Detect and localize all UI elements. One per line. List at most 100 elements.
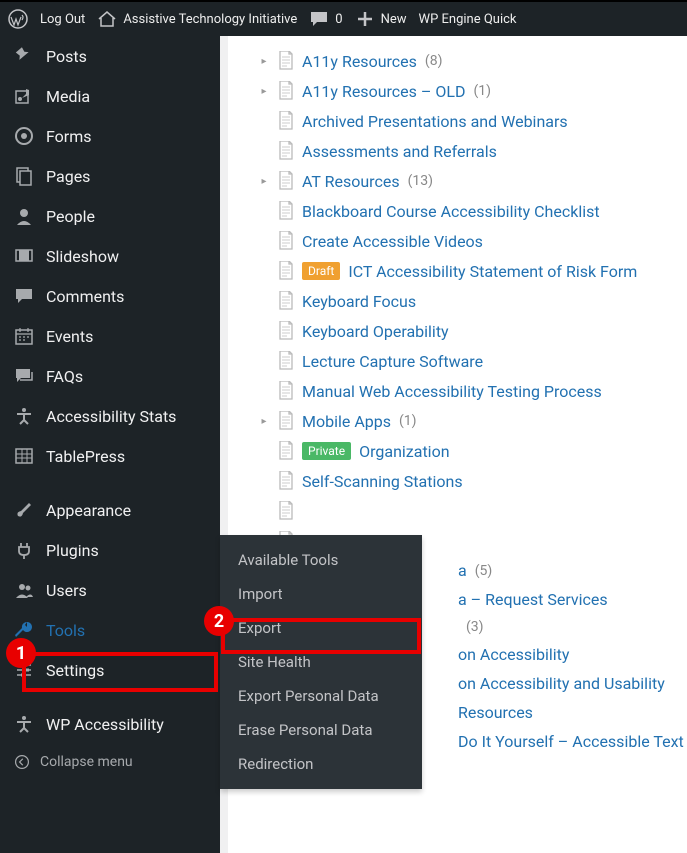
home-icon <box>97 9 117 29</box>
page-title-link[interactable]: a <box>458 561 467 580</box>
page-title-link[interactable]: Keyboard Focus <box>302 292 416 311</box>
page-title-link[interactable]: Organization <box>359 442 449 461</box>
page-tree-row: PrivateOrganization <box>258 436 687 466</box>
sidebar-item-label: Pages <box>46 167 90 186</box>
child-count: (8) <box>425 53 443 69</box>
tools-submenu-erase-personal-data[interactable]: Erase Personal Data <box>220 713 422 747</box>
faq-icon <box>14 366 34 386</box>
new-link[interactable]: New <box>355 9 407 29</box>
page-title-link[interactable]: Resources <box>458 703 533 722</box>
page-title-link[interactable]: Manual Web Accessibility Testing Process <box>302 382 602 401</box>
sidebar-item-label: Users <box>46 581 87 600</box>
page-tree-row: Keyboard Operability <box>258 316 687 346</box>
sidebar-item-users[interactable]: Users <box>0 570 220 610</box>
pages-icon <box>14 166 34 186</box>
site-name-link[interactable]: Assistive Technology Initiative <box>97 9 297 29</box>
sidebar-item-appearance[interactable]: Appearance <box>0 490 220 530</box>
sidebar-item-plugins[interactable]: Plugins <box>0 530 220 570</box>
page-tree-row: DraftICT Accessibility Statement of Risk… <box>258 256 687 286</box>
annotation-marker-1: 1 <box>6 638 36 668</box>
sidebar-item-label: WP Accessibility <box>46 715 164 734</box>
sidebar-item-accessibility-stats[interactable]: Accessibility Stats <box>0 396 220 436</box>
sidebar-item-wp-accessibility[interactable]: WP Accessibility <box>0 704 220 744</box>
tools-submenu-site-health[interactable]: Site Health <box>220 645 422 679</box>
expand-toggle[interactable]: ▸ <box>258 86 270 97</box>
tools-submenu-available-tools[interactable]: Available Tools <box>220 543 422 577</box>
page-icon <box>278 171 294 191</box>
page-icon <box>278 411 294 431</box>
sidebar-item-comments[interactable]: Comments <box>0 276 220 316</box>
page-icon <box>278 471 294 491</box>
media-icon <box>14 86 34 106</box>
page-title-link[interactable]: Lecture Capture Software <box>302 352 483 371</box>
page-title-link[interactable]: Archived Presentations and Webinars <box>302 112 568 131</box>
sidebar-item-tablepress[interactable]: TablePress <box>0 436 220 476</box>
child-count: (5) <box>475 563 493 579</box>
forms-icon <box>14 126 34 146</box>
page-title-link[interactable]: on Accessibility and Usability <box>458 674 665 693</box>
sidebar-item-posts[interactable]: Posts <box>0 36 220 76</box>
page-title-link[interactable]: A11y Resources – OLD <box>302 82 465 101</box>
annotation-marker-2: 2 <box>204 606 234 636</box>
admin-sidebar: Posts MediaForms Pages PeopleSlideshowComme… <box>0 36 220 853</box>
sidebar-item-pages[interactable]: Pages <box>0 156 220 196</box>
admin-toolbar: Log Out Assistive Technology Initiative … <box>0 0 687 36</box>
comments-link[interactable]: 0 <box>309 9 342 29</box>
tools-submenu-export[interactable]: Export <box>220 611 422 645</box>
page-title-link[interactable]: Create Accessible Videos <box>302 232 483 251</box>
pin-icon <box>14 46 34 66</box>
sidebar-item-events[interactable]: Events <box>0 316 220 356</box>
chat-icon <box>14 286 34 306</box>
page-title-link[interactable]: Mobile Apps <box>302 412 391 431</box>
sidebar-item-label: Settings <box>46 661 104 680</box>
logout-link[interactable]: Log Out <box>40 12 85 27</box>
page-icon <box>278 441 294 461</box>
chat-icon <box>309 9 329 29</box>
sidebar-item-faqs[interactable]: FAQs <box>0 356 220 396</box>
sidebar-item-label: Appearance <box>46 501 131 520</box>
expand-toggle[interactable]: ▸ <box>258 56 270 67</box>
tools-submenu-redirection[interactable]: Redirection <box>220 747 422 781</box>
page-icon <box>278 291 294 311</box>
tools-submenu-export-personal-data[interactable]: Export Personal Data <box>220 679 422 713</box>
child-count: (13) <box>408 173 433 189</box>
wp-logo[interactable] <box>8 9 28 29</box>
page-tree-row: ▸ Mobile Apps (1) <box>258 406 687 436</box>
expand-toggle[interactable]: ▸ <box>258 176 270 187</box>
sidebar-item-label: Tools <box>46 621 85 640</box>
page-title-link[interactable]: a – Request Services <box>458 590 608 609</box>
page-title-link[interactable]: Blackboard Course Accessibility Checklis… <box>302 202 600 221</box>
page-title-link[interactable]: Self-Scanning Stations <box>302 472 463 491</box>
page-title-link[interactable]: on Accessibility <box>458 645 569 664</box>
page-icon <box>278 51 294 71</box>
page-icon <box>278 111 294 131</box>
a11y-icon <box>14 406 34 426</box>
expand-toggle[interactable]: ▸ <box>258 416 270 427</box>
page-icon <box>278 201 294 221</box>
sidebar-item-slideshow[interactable]: Slideshow <box>0 236 220 276</box>
page-title-link[interactable]: AT Resources <box>302 172 400 191</box>
wpengine-link[interactable]: WP Engine Quick <box>419 12 517 27</box>
sidebar-item-people[interactable]: People <box>0 196 220 236</box>
page-title-link[interactable]: ICT Accessibility Statement of Risk Form <box>348 262 637 281</box>
user-icon <box>14 206 34 226</box>
sidebar-item-media[interactable]: Media <box>0 76 220 116</box>
sidebar-item-forms[interactable]: Forms <box>0 116 220 156</box>
sidebar-item-label: FAQs <box>46 367 83 386</box>
page-icon <box>278 231 294 251</box>
calendar-icon <box>14 326 34 346</box>
page-tree-row <box>258 496 687 526</box>
page-title-link[interactable]: Assessments and Referrals <box>302 142 497 161</box>
a11y-icon <box>14 714 34 734</box>
page-title-link[interactable]: A11y Resources <box>302 52 417 71</box>
page-title-link[interactable]: Keyboard Operability <box>302 322 449 341</box>
sidebar-item-label: Posts <box>46 47 87 66</box>
page-tree-row: Assessments and Referrals <box>258 136 687 166</box>
page-title-link[interactable]: Do It Yourself – Accessible Text <box>458 732 684 751</box>
collapse-menu[interactable]: Collapse menu <box>0 744 220 780</box>
page-tree-row: ▸ A11y Resources (8) <box>258 46 687 76</box>
tools-submenu-import[interactable]: Import <box>220 577 422 611</box>
page-tree-row: Create Accessible Videos <box>258 226 687 256</box>
page-icon <box>278 351 294 371</box>
child-count: (1) <box>399 413 417 429</box>
